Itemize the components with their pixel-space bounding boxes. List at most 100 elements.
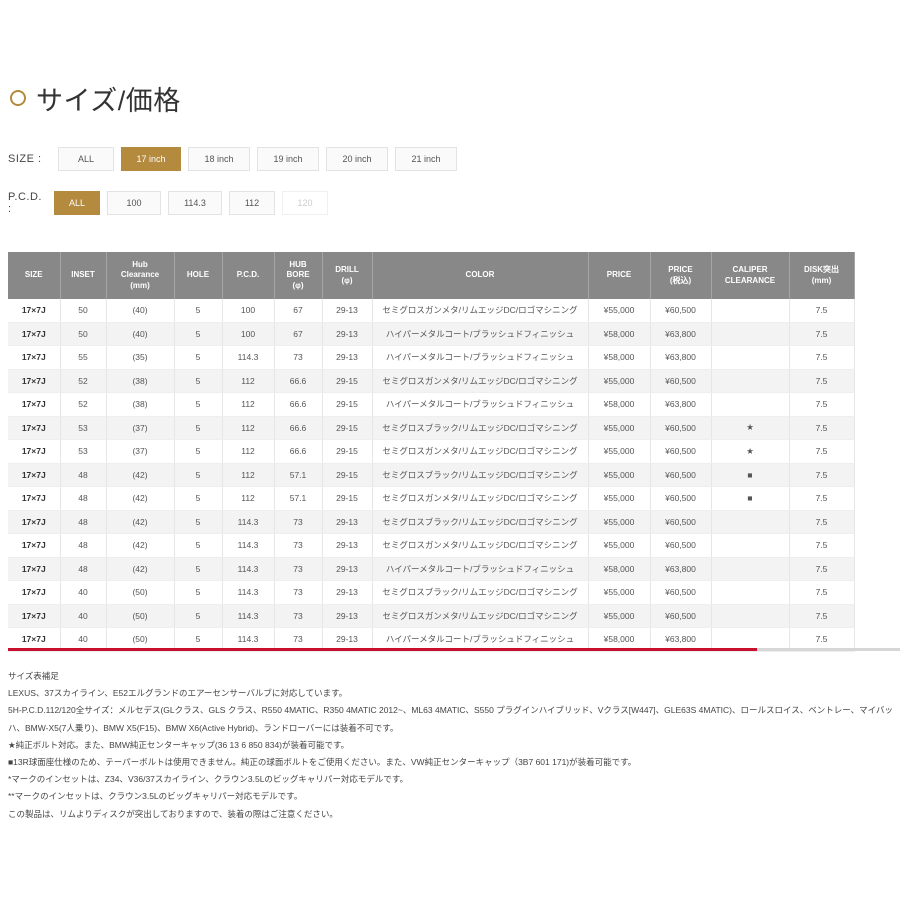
table-cell: 5 [174,510,223,534]
table-cell: 48 [60,486,107,511]
pcd-option-button[interactable]: 100 [107,191,161,215]
table-cell: 7.5 [789,580,855,605]
table-cell: 7.5 [789,322,855,346]
table-cell: 50 [60,322,107,346]
table-cell: 114.3 [222,604,275,628]
table-cell: 29-13 [322,604,373,628]
table-cell: (38) [106,369,175,393]
table-cell: セミグロスガンメタ/リムエッジDC/ロゴマシニング [372,604,589,628]
table-cell: 67 [274,322,323,346]
table-cell: (42) [106,533,175,558]
table-cell: 29-13 [322,533,373,558]
table-cell: 29-13 [322,510,373,534]
table-cell: 5 [174,416,223,440]
size-option-button[interactable]: 17 inch [121,147,181,171]
table-cell: 17×7J [8,299,61,323]
table-cell: 53 [60,416,107,440]
pcd-option-button[interactable]: ALL [54,191,100,215]
table-row: 17×7J 48 (42) 5 112 57.1 29-15 セミグロスブラック/リムエッジD… [8,463,855,487]
size-notes: サイズ表補足 LEXUS、37スカイライン、E52エルグランドのエアーセンサーバル… [8,668,900,823]
size-option-button[interactable]: 20 inch [326,147,388,171]
table-cell: 100 [222,299,275,323]
table-cell: 29-15 [322,369,373,393]
table-cell: 17×7J [8,533,61,558]
size-option-button[interactable]: 21 inch [395,147,457,171]
table-cell: 73 [274,533,323,558]
table-cell: 5 [174,604,223,628]
table-row: 17×7J 48 (42) 5 114.3 73 29-13 セミグロスガンメタ/リムエッジD… [8,533,855,558]
table-cell [711,533,790,558]
table-cell: 7.5 [789,510,855,534]
table-cell: ハイパーメタルコート/ブラッシュドフィニッシュ [372,557,589,581]
table-cell: 5 [174,580,223,605]
table-row: 17×7J 50 (40) 5 100 67 29-13 ハイパーメタルコート/ブラッシュドフ… [8,322,855,346]
table-cell: セミグロスガンメタ/リムエッジDC/ロゴマシニング [372,533,589,558]
table-cell: 66.6 [274,416,323,440]
table-cell: (42) [106,486,175,511]
size-option-button[interactable]: 19 inch [257,147,319,171]
table-cell: (37) [106,439,175,464]
note-line: *マークのインセットは、Z34、V36/37スカイライン、クラウン3.5Lのビッ… [8,774,409,785]
table-cell: 17×7J [8,322,61,346]
table-cell: ¥55,000 [588,416,651,440]
table-cell: 17×7J [8,510,61,534]
table-cell: ¥60,500 [650,533,712,558]
table-row: 17×7J 48 (42) 5 112 57.1 29-15 セミグロスガンメタ/リムエッジD… [8,486,855,511]
table-cell: (50) [106,580,175,605]
table-cell: 5 [174,557,223,581]
table-cell: 29-15 [322,463,373,487]
table-cell: 5 [174,322,223,346]
table-cell: ¥55,000 [588,533,651,558]
table-header-row: SIZE INSET Hub Clearance (mm) HOLE P.C.D. HUB… [8,252,855,299]
table-cell: 100 [222,322,275,346]
horizontal-scrollbar[interactable] [8,648,900,651]
table-row: 17×7J 40 (50) 5 114.3 73 29-13 セミグロスブラック/リムエッジD… [8,580,855,605]
table-cell: ¥55,000 [588,486,651,511]
table-cell: ¥60,500 [650,510,712,534]
table-cell: 57.1 [274,463,323,487]
column-header: COLOR [372,252,589,299]
table-cell: 29-13 [322,580,373,605]
table-row: 17×7J 52 (38) 5 112 66.6 29-15 セミグロスガンメタ/リムエッジD… [8,369,855,393]
table-row: 17×7J 53 (37) 5 112 66.6 29-15 セミグロスブラック/リムエッジD… [8,416,855,440]
table-cell: ¥63,800 [650,345,712,370]
table-cell: ¥60,500 [650,416,712,440]
table-cell: 40 [60,604,107,628]
table-cell: 17×7J [8,369,61,393]
note-line: **マークのインセットは、クラウン3.5Lのビッグキャリパー対応モデルです。 [8,791,303,802]
table-cell: 7.5 [789,486,855,511]
table-cell [711,557,790,581]
table-cell: 17×7J [8,557,61,581]
note-line: ★純正ボルト対応。また、BMW純正センターキャップ(36 13 6 850 83… [8,739,350,750]
column-header: INSET [60,252,107,299]
table-cell: ¥60,500 [650,604,712,628]
table-cell: 17×7J [8,604,61,628]
note-line: 5H-P.C.D.112/120全サイズ：メルセデス(GLクラス、GLS クラス… [8,705,893,733]
pcd-option-button[interactable]: 114.3 [168,191,222,215]
table-cell: 114.3 [222,533,275,558]
table-cell: 66.6 [274,392,323,417]
size-option-button[interactable]: 18 inch [188,147,250,171]
table-cell: 50 [60,299,107,323]
note-line: LEXUS、37スカイライン、E52エルグランドのエアーセンサーバルブに対応して… [8,688,348,699]
note-line: ■13R球面座仕様のため、テーパーボルトは使用できません。純正の球面ボルトをご使… [8,757,637,768]
table-cell: ¥55,000 [588,580,651,605]
table-cell: ¥58,000 [588,345,651,370]
table-cell: (42) [106,510,175,534]
table-cell: 73 [274,510,323,534]
table-cell [711,392,790,417]
pcd-option-button[interactable]: 112 [229,191,275,215]
table-cell: 29-15 [322,416,373,440]
table-cell: 112 [222,392,275,417]
size-option-button[interactable]: ALL [58,147,114,171]
table-cell: ハイパーメタルコート/ブラッシュドフィニッシュ [372,345,589,370]
table-cell: 40 [60,580,107,605]
table-cell: 48 [60,463,107,487]
table-cell: 114.3 [222,557,275,581]
table-cell: 7.5 [789,557,855,581]
table-row: 17×7J 48 (42) 5 114.3 73 29-13 ハイパーメタルコート/ブラッシュ… [8,557,855,581]
table-cell: 17×7J [8,392,61,417]
scrollbar-thumb[interactable] [8,648,758,651]
table-cell: 114.3 [222,580,275,605]
table-cell: 7.5 [789,369,855,393]
